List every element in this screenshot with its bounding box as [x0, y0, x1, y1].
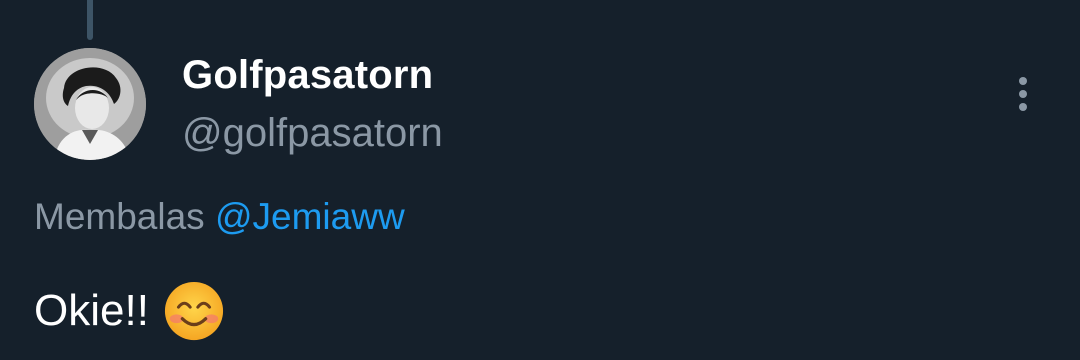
avatar[interactable] — [34, 48, 146, 160]
display-name[interactable]: Golfpasatorn — [182, 52, 443, 98]
reply-prefix: Membalas — [34, 196, 205, 237]
reply-context: Membalas @Jemiaww — [34, 194, 405, 240]
more-options-button[interactable] — [1006, 74, 1040, 114]
more-vertical-icon — [1019, 77, 1027, 111]
smiling-face-emoji-icon — [164, 281, 223, 341]
reply-mention-link[interactable]: @Jemiaww — [215, 196, 405, 237]
author-block[interactable]: Golfpasatorn @golfpasatorn — [182, 52, 443, 156]
tweet-text: Okie!! — [34, 286, 149, 335]
tweet-container: Golfpasatorn @golfpasatorn Membalas @Jem… — [0, 0, 1080, 360]
tweet-body: Okie!! — [34, 280, 225, 342]
thread-connector-line — [87, 0, 93, 40]
user-handle[interactable]: @golfpasatorn — [182, 110, 443, 156]
